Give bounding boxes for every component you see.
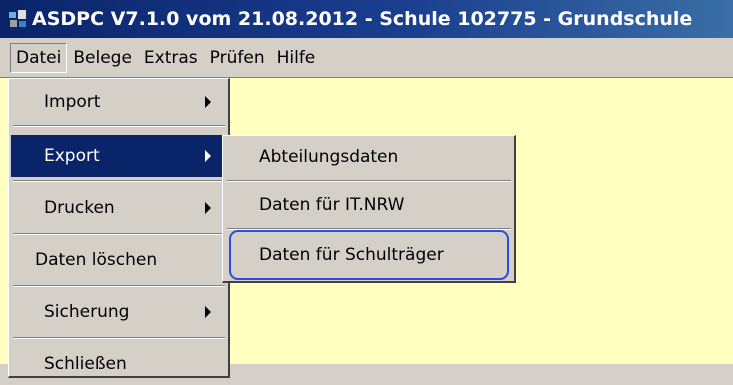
submenu-arrow-icon	[205, 150, 211, 162]
app-icon[interactable]	[8, 9, 28, 29]
menu-item-label: Import	[44, 92, 101, 112]
menu-belege[interactable]: Belege	[67, 44, 138, 72]
menu-item-label: Sicherung	[44, 302, 130, 322]
export-submenu: Abteilungsdaten Daten für IT.NRW Daten f…	[222, 135, 516, 283]
menu-extras[interactable]: Extras	[138, 44, 204, 72]
menu-item-daten-loeschen[interactable]: Daten löschen	[11, 239, 225, 281]
menu-item-sicherung[interactable]: Sicherung	[11, 291, 225, 333]
annotation-highlight-box	[229, 230, 509, 280]
menu-separator	[13, 233, 225, 235]
submenu-arrow-icon	[205, 202, 211, 214]
submenu-item-label: Daten für IT.NRW	[259, 195, 405, 215]
submenu-item-daten-it-nrw[interactable]: Daten für IT.NRW	[225, 184, 513, 226]
menu-item-label: Daten löschen	[35, 250, 158, 270]
datei-dropdown-menu: Import Export Drucken Daten löschen Sich…	[8, 78, 230, 378]
submenu-arrow-icon	[205, 306, 211, 318]
submenu-item-label: Abteilungsdaten	[259, 147, 399, 167]
menu-item-label: Schließen	[44, 354, 127, 374]
menu-item-drucken[interactable]: Drucken	[11, 187, 225, 229]
window-title: ASDPC V7.1.0 vom 21.08.2012 - Schule 102…	[32, 8, 693, 30]
menu-item-import[interactable]: Import	[11, 81, 225, 123]
menu-bar: Datei Belege Extras Prüfen Hilfe	[0, 38, 733, 78]
menu-item-label: Drucken	[44, 198, 115, 218]
menu-item-schliessen[interactable]: Schließen	[11, 343, 225, 385]
submenu-arrow-icon	[205, 96, 211, 108]
menu-hilfe[interactable]: Hilfe	[271, 44, 322, 72]
title-bar: ASDPC V7.1.0 vom 21.08.2012 - Schule 102…	[0, 0, 733, 38]
menu-separator	[13, 285, 225, 287]
menu-datei[interactable]: Datei	[10, 42, 68, 73]
menu-item-label: Export	[44, 146, 100, 166]
menu-separator	[13, 180, 225, 182]
menu-separator	[13, 337, 225, 339]
menu-pruefen[interactable]: Prüfen	[204, 44, 271, 72]
submenu-item-abteilungsdaten[interactable]: Abteilungsdaten	[225, 136, 513, 178]
menu-item-export[interactable]: Export	[11, 135, 225, 177]
menu-separator	[227, 180, 511, 182]
menu-separator	[13, 125, 225, 127]
